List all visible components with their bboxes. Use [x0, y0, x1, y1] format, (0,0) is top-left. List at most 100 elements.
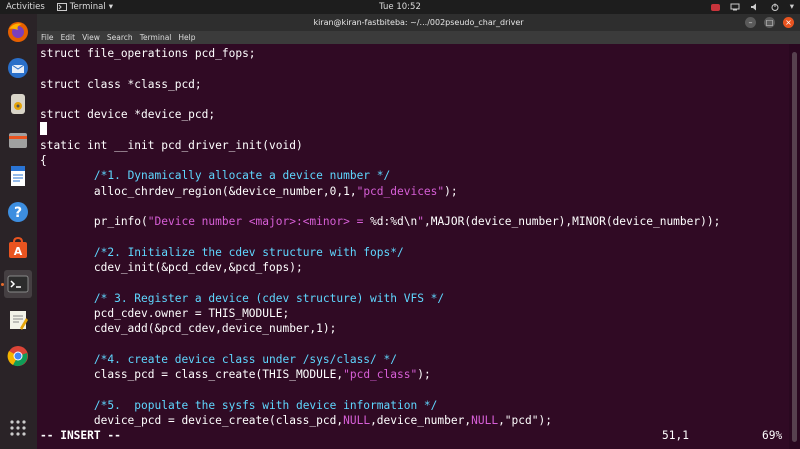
code-text: ); [444, 184, 458, 198]
code-text: alloc_chrdev_region(&device_number,0,1, [40, 184, 357, 198]
code-string: NULL [343, 414, 371, 428]
dock-terminal[interactable] [4, 270, 32, 298]
code-line: cdev_init(&pcd_cdev,&pcd_fops); [40, 261, 303, 274]
network-icon[interactable] [730, 3, 740, 11]
code-text: device_pcd = device_create(class_pcd, [40, 414, 344, 428]
code-comment: /*2. Initialize the cdev structure with … [93, 245, 404, 259]
svg-text:A: A [14, 245, 23, 258]
dock-text-editor[interactable] [4, 306, 32, 334]
dock-chrome[interactable] [4, 342, 32, 370]
code-line: { [40, 154, 47, 167]
dock-firefox[interactable] [4, 18, 32, 46]
code-text: class_pcd = class_create(THIS_MODULE, [40, 368, 344, 382]
code-text: cdev_add(&pcd_cdev,device_number,1); [40, 322, 337, 336]
dock-software[interactable]: A [4, 234, 32, 262]
dock: ? A [0, 14, 37, 449]
volume-icon[interactable] [750, 3, 760, 11]
rhythmbox-icon [11, 94, 25, 114]
thunderbird-icon [8, 58, 28, 78]
code-line: device_pcd = device_create(class_pcd,NUL… [40, 414, 552, 427]
window-titlebar[interactable]: kiran@kiran-fastbiteba: ~/.../002pseudo_… [37, 14, 800, 31]
code-line: struct device *device_pcd; [40, 108, 215, 121]
power-icon[interactable] [770, 3, 780, 11]
code-line: /*1. Dynamically allocate a device numbe… [40, 169, 390, 182]
running-indicator [1, 283, 4, 286]
svg-text:?: ? [14, 205, 22, 221]
code-string: " [417, 215, 424, 229]
code-line: /* 3. Register a device (cdev structure)… [40, 292, 444, 305]
scrollbar-thumb[interactable] [792, 52, 797, 442]
files-icon [9, 133, 27, 148]
code-line [40, 122, 47, 136]
window-title: kiran@kiran-fastbiteba: ~/.../002pseudo_… [313, 18, 524, 27]
code-string: "Device number <major>:<minor> = [147, 215, 371, 229]
code-text: static int __init pcd_driver_init(void) [40, 138, 303, 152]
code-line: cdev_add(&pcd_cdev,device_number,1); [40, 322, 337, 336]
help-icon: ? [8, 202, 28, 222]
chrome-icon [7, 346, 28, 367]
top-bar: Activities Terminal ▾ Tue 10:52 ▾ [0, 0, 800, 14]
code-comment: /*4. create device class under /sys/clas… [93, 352, 397, 366]
code-text: ,MAJOR(device_number),MINOR(device_numbe… [423, 215, 721, 229]
text-editor-icon [10, 311, 28, 330]
dock-files[interactable] [4, 126, 32, 154]
code-line: alloc_chrdev_region(&device_number,0,1,"… [40, 185, 458, 198]
close-button[interactable]: × [783, 17, 794, 28]
dock-thunderbird[interactable] [4, 54, 32, 82]
libreoffice-writer-icon [11, 166, 25, 186]
code-string: "pcd_class" [343, 368, 418, 382]
minimize-button[interactable]: – [745, 17, 756, 28]
dock-show-apps[interactable] [4, 414, 32, 442]
code-line: pcd_cdev.owner = THIS_MODULE; [40, 307, 289, 320]
clock[interactable]: Tue 10:52 [379, 2, 421, 12]
code-line: struct class *class_pcd; [40, 78, 202, 91]
code-comment: /*1. Dynamically allocate a device numbe… [93, 169, 391, 183]
terminal-icon [7, 275, 29, 293]
code-line: class_pcd = class_create(THIS_MODULE,"pc… [40, 368, 431, 381]
menu-terminal[interactable]: Terminal [140, 31, 172, 44]
code-line: /*5. populate the sysfs with device info… [40, 398, 438, 412]
maximize-button[interactable]: □ [764, 17, 775, 28]
dock-help[interactable]: ? [4, 198, 32, 226]
code-text: ,device_number, [370, 414, 472, 428]
code-buffer: struct file_operations pcd_fops; struct … [40, 46, 720, 428]
code-text: cdev_init(&pcd_cdev,&pcd_fops); [40, 261, 303, 275]
menu-help[interactable]: Help [178, 31, 195, 44]
scrollbar[interactable] [789, 44, 800, 449]
code-text: struct device *device_pcd; [40, 108, 216, 122]
dock-rhythmbox[interactable] [4, 90, 32, 118]
show-applications-icon [10, 420, 26, 436]
menu-search[interactable]: Search [107, 31, 133, 44]
firefox-icon [8, 22, 28, 42]
terminal-area[interactable]: struct file_operations pcd_fops; struct … [37, 44, 789, 449]
code-text: ,"pcd"); [498, 414, 552, 428]
code-comment: /*5. populate the sysfs with device info… [93, 398, 438, 412]
screen-record-icon[interactable] [710, 3, 720, 11]
code-text: %d:%d\n [370, 215, 418, 229]
code-text: { [40, 154, 47, 168]
code-comment: /* 3. Register a device (cdev structure)… [93, 291, 445, 305]
cursor-position: 51,1 [662, 429, 689, 442]
code-text: ); [417, 368, 431, 382]
code-text: struct file_operations pcd_fops; [40, 47, 256, 60]
menu-file[interactable]: File [41, 31, 54, 44]
code-text: pr_info( [40, 215, 148, 229]
dock-writer[interactable] [4, 162, 32, 190]
code-line: /*2. Initialize the cdev structure with … [40, 246, 404, 259]
code-string: NULL [471, 414, 499, 428]
chevron-down-icon[interactable]: ▾ [790, 0, 794, 14]
code-line: pr_info("Device number <major>:<minor> =… [40, 215, 720, 228]
text-cursor [40, 122, 47, 136]
code-text: pcd_cdev.owner = THIS_MODULE; [40, 307, 290, 321]
code-line: struct file_operations pcd_fops; [40, 47, 256, 60]
code-string: "pcd_devices" [356, 184, 445, 198]
code-line: static int __init pcd_driver_init(void) [40, 139, 303, 152]
menu-edit[interactable]: Edit [61, 31, 76, 44]
menu-view[interactable]: View [82, 31, 100, 44]
code-text: struct class *class_pcd; [40, 77, 202, 91]
